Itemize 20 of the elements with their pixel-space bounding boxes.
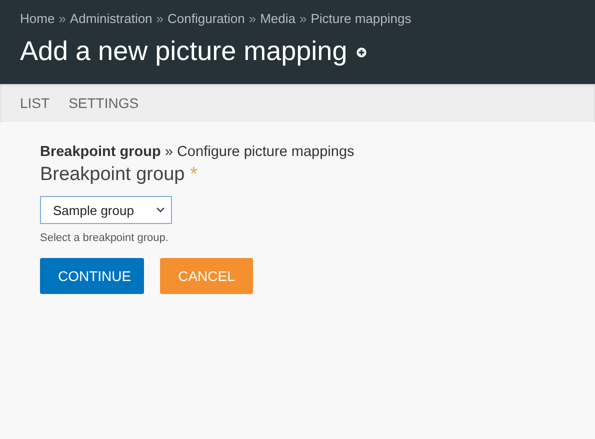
breadcrumb-separator: » [156,11,164,26]
breakpoint-group-select[interactable]: Sample group [40,196,172,224]
required-mark: * [190,164,198,185]
breadcrumb-separator: » [300,11,307,26]
breadcrumb-link[interactable]: Home [20,11,55,26]
field-label: Breakpoint group [40,164,185,185]
help-text: Select a breakpoint group. [40,232,170,244]
page-title: Add a new picture mapping [20,35,348,68]
continue-button[interactable]: CONTINUE [40,258,144,294]
breadcrumb-separator: » [58,11,66,26]
breadcrumb-link[interactable]: Media [260,11,296,26]
caret-icon [156,207,165,213]
breadcrumb-link[interactable]: Picture mappings [310,11,412,26]
tab[interactable]: SETTINGS [68,95,139,111]
breadcrumb-link[interactable]: Configuration [168,11,245,26]
breadcrumb-separator: » [248,11,256,26]
breadcrumb-link[interactable]: Administration [70,11,152,26]
add-shortcut-icon[interactable] [356,46,368,58]
step-indicator: Breakpoint group » Configure picture mappings [40,143,356,161]
tab[interactable]: LIST [20,95,50,111]
